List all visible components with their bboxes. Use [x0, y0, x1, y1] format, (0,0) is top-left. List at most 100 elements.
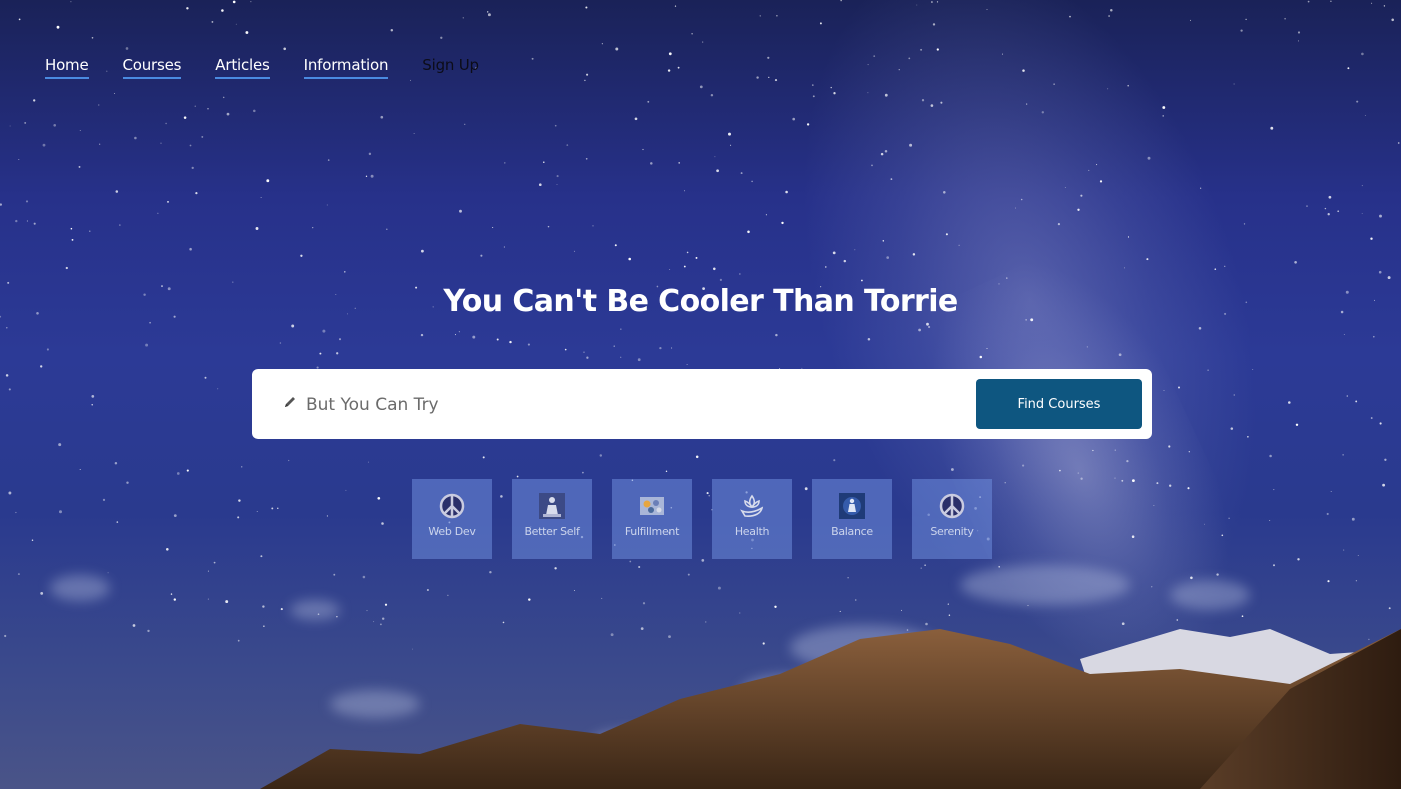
category-balance[interactable]: Balance	[812, 479, 892, 559]
star	[237, 516, 240, 519]
star	[650, 162, 653, 165]
star	[705, 621, 707, 623]
star	[482, 456, 485, 459]
find-courses-button[interactable]: Find Courses	[976, 379, 1142, 429]
star	[1053, 83, 1055, 85]
star	[806, 123, 810, 126]
star	[1342, 454, 1344, 456]
star	[948, 614, 951, 617]
star	[683, 265, 686, 268]
star	[221, 9, 224, 12]
star	[222, 96, 225, 99]
star	[245, 31, 249, 34]
nav-sign-up[interactable]: Sign Up	[422, 56, 479, 79]
star	[336, 352, 339, 355]
star	[871, 164, 873, 167]
star	[1330, 0, 1332, 2]
star	[884, 93, 888, 97]
star	[6, 327, 8, 329]
star	[390, 28, 394, 32]
star	[936, 1, 939, 3]
star	[232, 0, 236, 4]
search-input[interactable]	[304, 389, 908, 421]
star	[1086, 346, 1088, 348]
category-fulfillment[interactable]: Fulfillment	[612, 479, 692, 559]
star	[489, 570, 492, 574]
category-label: Health	[734, 525, 770, 538]
star	[1114, 449, 1116, 451]
star	[1327, 213, 1330, 216]
star	[487, 13, 491, 17]
star	[691, 33, 693, 35]
star	[8, 388, 11, 391]
star	[585, 6, 588, 9]
star	[1092, 449, 1094, 452]
star	[89, 230, 91, 232]
star	[189, 247, 192, 251]
star	[1330, 490, 1332, 493]
star	[890, 178, 893, 180]
star	[1384, 458, 1387, 461]
star	[573, 250, 576, 252]
star	[739, 612, 741, 614]
star	[420, 333, 424, 337]
star	[642, 602, 646, 605]
lotus-hand-icon	[740, 494, 764, 517]
star	[115, 190, 119, 193]
star	[386, 228, 388, 230]
nav-courses[interactable]: Courses	[122, 56, 181, 79]
star	[601, 43, 603, 45]
category-better-self[interactable]: Better Self	[512, 479, 592, 559]
star	[53, 123, 57, 127]
category-health[interactable]: Health	[712, 479, 792, 559]
star	[291, 324, 295, 328]
star	[409, 79, 412, 81]
star	[1346, 395, 1349, 397]
star	[79, 129, 81, 132]
star	[1080, 477, 1083, 480]
star	[338, 338, 342, 341]
star	[253, 109, 256, 113]
category-web-dev[interactable]: Web Dev	[412, 479, 492, 559]
star	[1059, 469, 1061, 472]
star	[1001, 53, 1003, 55]
star	[1163, 390, 1165, 391]
star	[756, 76, 759, 79]
star	[739, 273, 741, 275]
star	[189, 144, 192, 147]
star	[1355, 580, 1358, 582]
star	[40, 365, 43, 368]
star	[628, 257, 631, 261]
star	[1327, 580, 1330, 583]
star	[1378, 270, 1382, 274]
star	[710, 93, 714, 97]
star	[312, 226, 314, 229]
star	[825, 266, 827, 268]
star	[1351, 517, 1355, 521]
star	[1337, 210, 1340, 213]
nav-home[interactable]: Home	[45, 56, 89, 79]
star	[1131, 535, 1135, 538]
star	[695, 455, 699, 459]
star	[480, 254, 483, 257]
star	[759, 15, 761, 17]
star	[1284, 17, 1286, 20]
star	[1168, 445, 1171, 448]
star	[173, 598, 176, 601]
nav-information[interactable]: Information	[303, 56, 388, 79]
nav-articles[interactable]: Articles	[215, 56, 270, 79]
star	[1288, 401, 1291, 404]
star	[1025, 319, 1027, 321]
star	[1295, 423, 1299, 427]
meditation-glow-icon	[839, 493, 865, 519]
star	[912, 253, 916, 256]
star	[217, 388, 219, 390]
star	[167, 201, 169, 203]
star	[166, 548, 169, 551]
star	[107, 572, 109, 574]
star	[226, 112, 230, 116]
star	[860, 279, 863, 282]
star	[768, 76, 770, 78]
star	[1230, 427, 1234, 430]
category-serenity[interactable]: Serenity	[912, 479, 992, 559]
